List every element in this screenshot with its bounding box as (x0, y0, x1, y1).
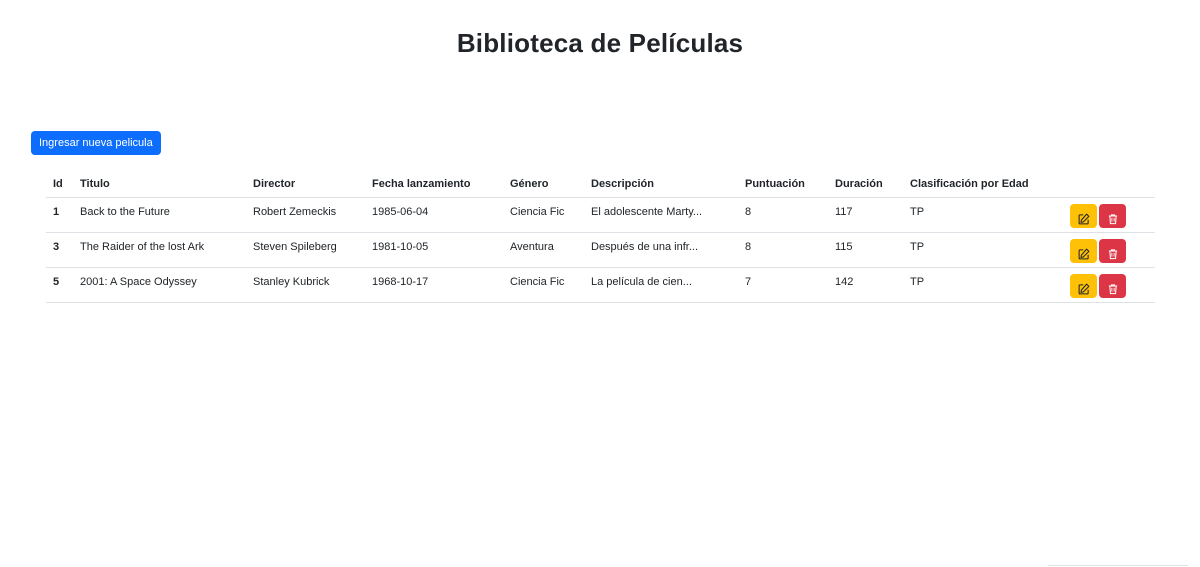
cell-release-date: 1968-10-17 (365, 267, 503, 303)
column-header-release-date: Fecha lanzamiento (365, 171, 503, 198)
trash-icon (1108, 213, 1117, 224)
movies-table: Id Titulo Director Fecha lanzamiento Gén… (46, 171, 1155, 303)
edit-button[interactable] (1070, 204, 1097, 228)
column-header-age-rating: Clasificación por Edad (903, 171, 1052, 198)
cell-genre: Aventura (503, 232, 584, 268)
cell-duration: 117 (828, 197, 903, 233)
cell-title: Back to the Future (73, 197, 246, 233)
column-header-title: Titulo (73, 171, 246, 198)
cell-id: 3 (46, 232, 73, 268)
cell-actions (1052, 267, 1155, 303)
cell-director: Steven Spileberg (246, 232, 365, 268)
pencil-square-icon (1078, 283, 1089, 294)
column-header-description: Descripción (584, 171, 738, 198)
table-row: 1 Back to the Future Robert Zemeckis 198… (46, 197, 1155, 233)
delete-button[interactable] (1099, 274, 1126, 298)
cell-director: Stanley Kubrick (246, 267, 365, 303)
cell-id: 5 (46, 267, 73, 303)
cell-description: La película de cien... (584, 267, 738, 303)
cell-description: El adolescente Marty... (584, 197, 738, 233)
cell-title: 2001: A Space Odyssey (73, 267, 246, 303)
cell-duration: 115 (828, 232, 903, 268)
pencil-square-icon (1078, 213, 1089, 224)
trash-icon (1108, 248, 1117, 259)
column-header-rating: Puntuación (738, 171, 828, 198)
pencil-square-icon (1078, 248, 1089, 259)
column-header-duration: Duración (828, 171, 903, 198)
page: Biblioteca de Películas Ingresar nueva p… (0, 0, 1200, 567)
edit-button[interactable] (1070, 274, 1097, 298)
cell-genre: Ciencia Fic (503, 197, 584, 233)
delete-button[interactable] (1099, 239, 1126, 263)
cell-title: The Raider of the lost Ark (73, 232, 246, 268)
cell-age-rating: TP (903, 267, 1052, 303)
add-movie-button[interactable]: Ingresar nueva pelicula (31, 131, 161, 155)
column-header-genre: Género (503, 171, 584, 198)
cell-description: Después de una infr... (584, 232, 738, 268)
cell-age-rating: TP (903, 232, 1052, 268)
table-header-row: Id Titulo Director Fecha lanzamiento Gén… (46, 171, 1155, 198)
column-header-id: Id (46, 171, 73, 198)
cell-director: Robert Zemeckis (246, 197, 365, 233)
table-row: 5 2001: A Space Odyssey Stanley Kubrick … (46, 267, 1155, 303)
trash-icon (1108, 283, 1117, 294)
cell-actions (1052, 197, 1155, 233)
cell-rating: 8 (738, 232, 828, 268)
cell-id: 1 (46, 197, 73, 233)
cell-actions (1052, 232, 1155, 268)
divider (1048, 565, 1188, 566)
cell-release-date: 1985-06-04 (365, 197, 503, 233)
cell-release-date: 1981-10-05 (365, 232, 503, 268)
page-title: Biblioteca de Películas (456, 28, 744, 58)
cell-duration: 142 (828, 267, 903, 303)
cell-age-rating: TP (903, 197, 1052, 233)
edit-button[interactable] (1070, 239, 1097, 263)
cell-rating: 8 (738, 197, 828, 233)
cell-genre: Ciencia Fic (503, 267, 584, 303)
delete-button[interactable] (1099, 204, 1126, 228)
column-header-director: Director (246, 171, 365, 198)
table-row: 3 The Raider of the lost Ark Steven Spil… (46, 232, 1155, 268)
column-header-actions (1052, 171, 1155, 198)
cell-rating: 7 (738, 267, 828, 303)
